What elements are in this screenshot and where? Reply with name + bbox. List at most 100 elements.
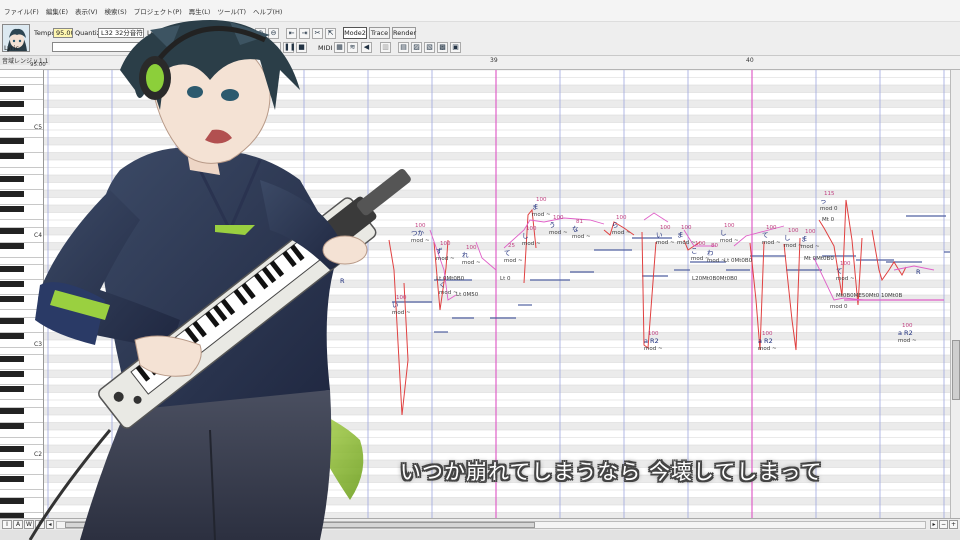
piano-white-key[interactable] xyxy=(0,93,43,100)
note-lyric[interactable]: し xyxy=(522,233,529,240)
piano-white-key[interactable] xyxy=(0,273,43,280)
pause-icon[interactable]: ❚❚ xyxy=(283,42,296,53)
timeline-ruler[interactable]: 音域レンジ v.1.1 95.00 39 40 xyxy=(0,56,960,70)
length-select[interactable] xyxy=(165,28,195,38)
save-icon[interactable]: ▣ xyxy=(450,42,461,53)
piano-white-key[interactable] xyxy=(0,288,43,295)
piano-black-key[interactable] xyxy=(0,175,24,182)
piano-white-key[interactable] xyxy=(0,468,43,475)
menu-search[interactable]: 検索(S) xyxy=(105,6,127,16)
piano-white-key[interactable] xyxy=(0,400,43,408)
piano-white-key[interactable] xyxy=(0,160,43,168)
note-lyric[interactable]: わ xyxy=(707,250,714,257)
note-lyric[interactable]: い xyxy=(656,232,663,239)
play-icon[interactable]: ▶ xyxy=(270,42,281,53)
piano-white-key[interactable] xyxy=(0,168,43,175)
rewind-icon[interactable]: ⇤ xyxy=(286,28,297,39)
piano-white-key[interactable] xyxy=(0,130,43,138)
note-lyric[interactable]: て xyxy=(762,232,769,239)
menu-play[interactable]: 再生(L) xyxy=(189,6,211,16)
piano-white-key[interactable] xyxy=(0,378,43,385)
piano-white-key[interactable] xyxy=(0,78,43,85)
piano-white-key[interactable] xyxy=(0,438,43,445)
grid-icon[interactable]: ▥ xyxy=(380,42,391,53)
note-lyric[interactable]: つか xyxy=(411,230,424,237)
pen-tool-icon[interactable]: ▨ xyxy=(411,42,422,53)
menu-file[interactable]: ファイル(F) xyxy=(4,6,39,16)
piano-black-key[interactable] xyxy=(0,100,24,107)
rest-marker[interactable]: R xyxy=(916,269,921,276)
mode2-button[interactable]: Mode2 xyxy=(343,27,367,39)
zoom-out-icon[interactable]: ⊖ xyxy=(268,28,279,39)
piano-black-key[interactable] xyxy=(0,408,24,415)
scroll-left-icon[interactable]: ◂ xyxy=(46,520,54,529)
piano-white-key[interactable] xyxy=(0,145,43,153)
piano-white-key[interactable] xyxy=(0,70,43,78)
note-lyric[interactable]: ま xyxy=(677,232,684,239)
note-lyric[interactable]: な xyxy=(572,226,579,233)
note-lyric[interactable]: ま xyxy=(801,236,808,243)
piano-black-key[interactable] xyxy=(0,205,24,212)
piano-black-key[interactable] xyxy=(0,280,24,287)
piano-white-key[interactable] xyxy=(0,415,43,423)
note-lyric[interactable]: a R2 xyxy=(758,338,773,345)
piano-keyboard[interactable]: C5 C4 C3 C2 xyxy=(0,70,44,518)
scissors-icon[interactable]: ✂ xyxy=(312,28,323,39)
note-lyric[interactable]: て xyxy=(504,250,511,257)
track-button-a[interactable]: A xyxy=(13,520,23,529)
track-button-p[interactable]: P xyxy=(35,520,45,529)
piano-white-key[interactable] xyxy=(0,430,43,438)
quantize-select[interactable]: L32 32分音符 xyxy=(98,28,144,38)
menu-edit[interactable]: 編集(E) xyxy=(46,6,68,16)
piano-white-key[interactable] xyxy=(0,198,43,205)
stop-icon[interactable]: ■ xyxy=(296,42,307,53)
piano-white-key[interactable] xyxy=(0,483,43,490)
piano-white-key[interactable] xyxy=(0,250,43,258)
lyric-input[interactable] xyxy=(52,42,252,52)
note-lyric[interactable]: い xyxy=(392,302,399,309)
piano-black-key[interactable] xyxy=(0,138,24,145)
piano-black-key[interactable] xyxy=(0,318,24,325)
vertical-scroll-thumb[interactable] xyxy=(952,340,960,400)
piano-black-key[interactable] xyxy=(0,115,24,122)
piano-black-key[interactable] xyxy=(0,370,24,377)
piano-white-key[interactable] xyxy=(0,490,43,498)
midi-speaker-icon[interactable]: ◀ xyxy=(361,42,372,53)
forward-icon[interactable]: ⇥ xyxy=(299,28,310,39)
trace-button[interactable]: Trace xyxy=(369,27,390,39)
horizontal-scroll-thumb[interactable] xyxy=(65,522,535,528)
marker-icon[interactable]: ⇱ xyxy=(325,28,336,39)
tempo-field[interactable]: 95.00 xyxy=(53,28,73,38)
note-lyric[interactable]: う xyxy=(549,222,556,229)
note-lyric[interactable]: a R2 xyxy=(644,338,659,345)
piano-white-key[interactable] xyxy=(0,363,43,370)
zoom-minus-icon[interactable]: − xyxy=(939,520,948,529)
scroll-right-icon[interactable]: ▸ xyxy=(930,520,938,529)
piano-black-key[interactable] xyxy=(0,460,24,467)
piano-black-key[interactable] xyxy=(0,385,24,392)
note-lyric[interactable]: a R2 xyxy=(898,330,913,337)
piano-white-key[interactable] xyxy=(0,303,43,310)
midi-record-icon[interactable]: ▦ xyxy=(334,42,345,53)
piano-white-key[interactable] xyxy=(0,183,43,190)
piano-black-key[interactable] xyxy=(0,153,24,160)
eraser-tool-icon[interactable]: ▩ xyxy=(437,42,448,53)
line-tool-icon[interactable]: ▧ xyxy=(424,42,435,53)
piano-black-key[interactable] xyxy=(0,265,24,272)
piano-black-key[interactable] xyxy=(0,355,24,362)
midi-pitch-icon[interactable]: ≋ xyxy=(347,42,358,53)
note-lyric[interactable]: く xyxy=(439,282,446,289)
note-lyric[interactable]: し xyxy=(720,230,727,237)
note-lyric[interactable]: っ xyxy=(820,198,827,205)
select-tool-icon[interactable]: ▤ xyxy=(398,42,409,53)
piano-white-key[interactable] xyxy=(0,220,43,228)
piano-white-key[interactable] xyxy=(0,325,43,333)
piano-black-key[interactable] xyxy=(0,423,24,430)
piano-black-key[interactable] xyxy=(0,243,24,250)
piano-black-key[interactable] xyxy=(0,333,24,340)
piano-white-key[interactable] xyxy=(0,505,43,513)
piano-white-key[interactable] xyxy=(0,310,43,318)
note-lyric[interactable]: れ xyxy=(462,252,469,259)
note-lyric[interactable]: ま xyxy=(532,204,539,211)
vertical-scrollbar[interactable] xyxy=(950,70,960,518)
